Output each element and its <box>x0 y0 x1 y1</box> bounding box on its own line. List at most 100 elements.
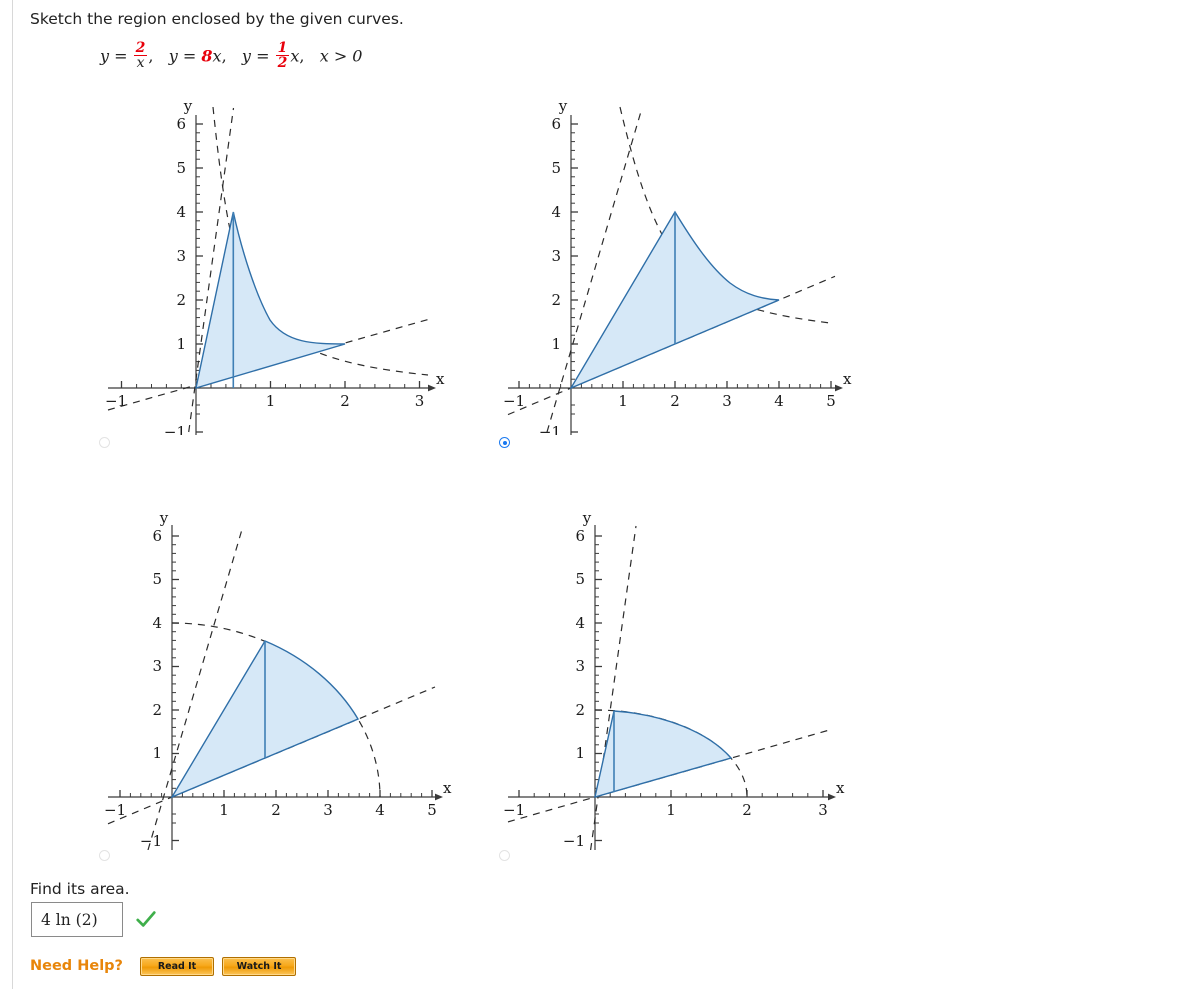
x-tick-label--1: −1 <box>503 801 525 819</box>
x-axis-arrow <box>835 384 843 392</box>
eq-comma-2: , <box>221 46 227 66</box>
x-tick-label-3: 3 <box>818 801 828 819</box>
eq-equals-3: = <box>256 46 270 66</box>
y-minor-ticks <box>172 544 176 824</box>
y-tick-label--1: −1 <box>539 423 561 435</box>
y-tick-label--1: −1 <box>164 423 186 435</box>
y-tick-label-1: 1 <box>176 335 186 353</box>
y-tick-label-5: 5 <box>575 570 585 588</box>
y-tick-label-5: 5 <box>152 570 162 588</box>
fraction-numerator: 2 <box>135 40 146 56</box>
y-tick-label-6: 6 <box>575 527 585 545</box>
watch-it-button[interactable]: Watch It <box>222 957 296 976</box>
x-tick-label--1: −1 <box>104 801 126 819</box>
x-tick-label-5: 5 <box>427 801 437 819</box>
question-prompt: Sketch the region enclosed by the given … <box>30 10 404 28</box>
x-tick-label--1: −1 <box>105 392 127 410</box>
y-tick-label-3: 3 <box>152 657 162 675</box>
chart-a-svg: x y −1 1 2 3 1 2 3 4 5 6 −1 <box>105 97 445 435</box>
eq-domain: x > 0 <box>319 46 363 66</box>
green-check-icon <box>136 911 156 927</box>
y-tick-label-6: 6 <box>152 527 162 545</box>
option-d[interactable]: x y −1 1 2 3 1 2 3 4 5 6 −1 <box>490 505 890 870</box>
option-b[interactable]: x y −1 1 2 3 4 5 1 2 3 4 5 6 −1 <box>490 95 890 460</box>
read-it-button[interactable]: Read It <box>140 957 214 976</box>
y-tick-label-1: 1 <box>551 335 561 353</box>
eq-equals-1: = <box>114 46 128 66</box>
x-tick-label-5: 5 <box>826 392 836 410</box>
chart-d-svg: x y −1 1 2 3 1 2 3 4 5 6 −1 <box>503 509 845 850</box>
y-tick-label-4: 4 <box>575 614 585 632</box>
x-major-ticks <box>518 381 832 388</box>
x-tick-label-2: 2 <box>670 392 680 410</box>
x-axis-arrow <box>435 793 443 801</box>
x-tick-label-3: 3 <box>323 801 333 819</box>
fraction-numerator-2: 1 <box>277 40 288 56</box>
fraction-denominator: x <box>133 55 148 71</box>
eq-y2: y <box>168 46 178 66</box>
shaded-region <box>594 710 733 798</box>
chart-b-svg: x y −1 1 2 3 4 5 1 2 3 4 5 6 −1 <box>503 97 852 435</box>
shaded-region <box>195 211 346 390</box>
y-tick-label-2: 2 <box>152 701 162 719</box>
y-axis-label: y <box>183 97 193 115</box>
eq-var-x-3: x <box>290 46 300 66</box>
option-c-radio[interactable] <box>99 850 110 861</box>
option-a[interactable]: x y −1 1 2 3 1 2 3 4 5 6 −1 <box>90 95 490 460</box>
x-tick-label-3: 3 <box>415 392 425 410</box>
area-answer-input[interactable]: 4 ln (2) <box>31 902 123 937</box>
option-b-radio[interactable] <box>499 437 510 448</box>
x-tick-label-1: 1 <box>666 801 676 819</box>
y-tick-label-3: 3 <box>551 247 561 265</box>
option-a-radio[interactable] <box>99 437 110 448</box>
eq-y1: y <box>100 46 110 66</box>
y-tick-label--1: −1 <box>563 832 585 850</box>
fraction-denominator-2: 2 <box>275 55 290 72</box>
x-axis-label: x <box>443 779 452 797</box>
x-tick-label-4: 4 <box>774 392 784 410</box>
y-tick-label-1: 1 <box>575 744 585 762</box>
y-tick-label-3: 3 <box>575 657 585 675</box>
x-tick-label-2: 2 <box>271 801 281 819</box>
chart-c-svg: x y −1 1 2 3 4 5 1 2 3 4 5 6 −1 <box>104 509 452 850</box>
page-left-rule <box>12 0 13 989</box>
y-tick-label-5: 5 <box>176 159 186 177</box>
x-tick-label-4: 4 <box>375 801 385 819</box>
y-tick-label-5: 5 <box>551 159 561 177</box>
option-c[interactable]: x y −1 1 2 3 4 5 1 2 3 4 5 6 −1 <box>90 505 490 870</box>
option-d-radio[interactable] <box>499 850 510 861</box>
x-tick-label-2: 2 <box>340 392 350 410</box>
y-tick-label-4: 4 <box>152 614 162 632</box>
y-tick-label-2: 2 <box>551 291 561 309</box>
x-tick-label-3: 3 <box>722 392 732 410</box>
eq-coefficient-8: 8 <box>201 46 213 66</box>
x-axis-label: x <box>436 370 445 388</box>
y-tick-label-4: 4 <box>551 203 561 221</box>
y-axis-label: y <box>159 509 169 527</box>
x-axis-label: x <box>843 370 852 388</box>
y-tick-label-2: 2 <box>176 291 186 309</box>
x-tick-label--1: −1 <box>503 392 525 410</box>
y-tick-label-6: 6 <box>176 115 186 133</box>
x-tick-label-1: 1 <box>618 392 628 410</box>
eq-equals-2: = <box>182 46 197 66</box>
y-tick-label-3: 3 <box>176 247 186 265</box>
y-axis-label: y <box>582 509 592 527</box>
x-axis-label: x <box>836 779 845 797</box>
y-tick-label-1: 1 <box>152 744 162 762</box>
x-axis-arrow <box>828 793 836 801</box>
y-tick-label-6: 6 <box>551 115 561 133</box>
find-area-label: Find its area. <box>30 880 130 898</box>
x-tick-label-1: 1 <box>219 801 229 819</box>
curve-line-2x <box>546 107 643 433</box>
eq-comma-1: , <box>148 46 154 66</box>
y-tick-label-4: 4 <box>176 203 186 221</box>
fraction-1-over-2: 1 2 <box>275 40 290 72</box>
x-axis-arrow <box>428 384 436 392</box>
fraction-2-over-x: 2 x <box>133 40 148 71</box>
y-axis-label: y <box>558 97 568 115</box>
equation-line: y = 2 x , y = 8x, y = 1 2 x, x > 0 <box>100 40 363 72</box>
eq-y3: y <box>241 46 251 66</box>
y-tick-label--1: −1 <box>140 832 162 850</box>
need-help-label: Need Help? <box>30 958 123 974</box>
